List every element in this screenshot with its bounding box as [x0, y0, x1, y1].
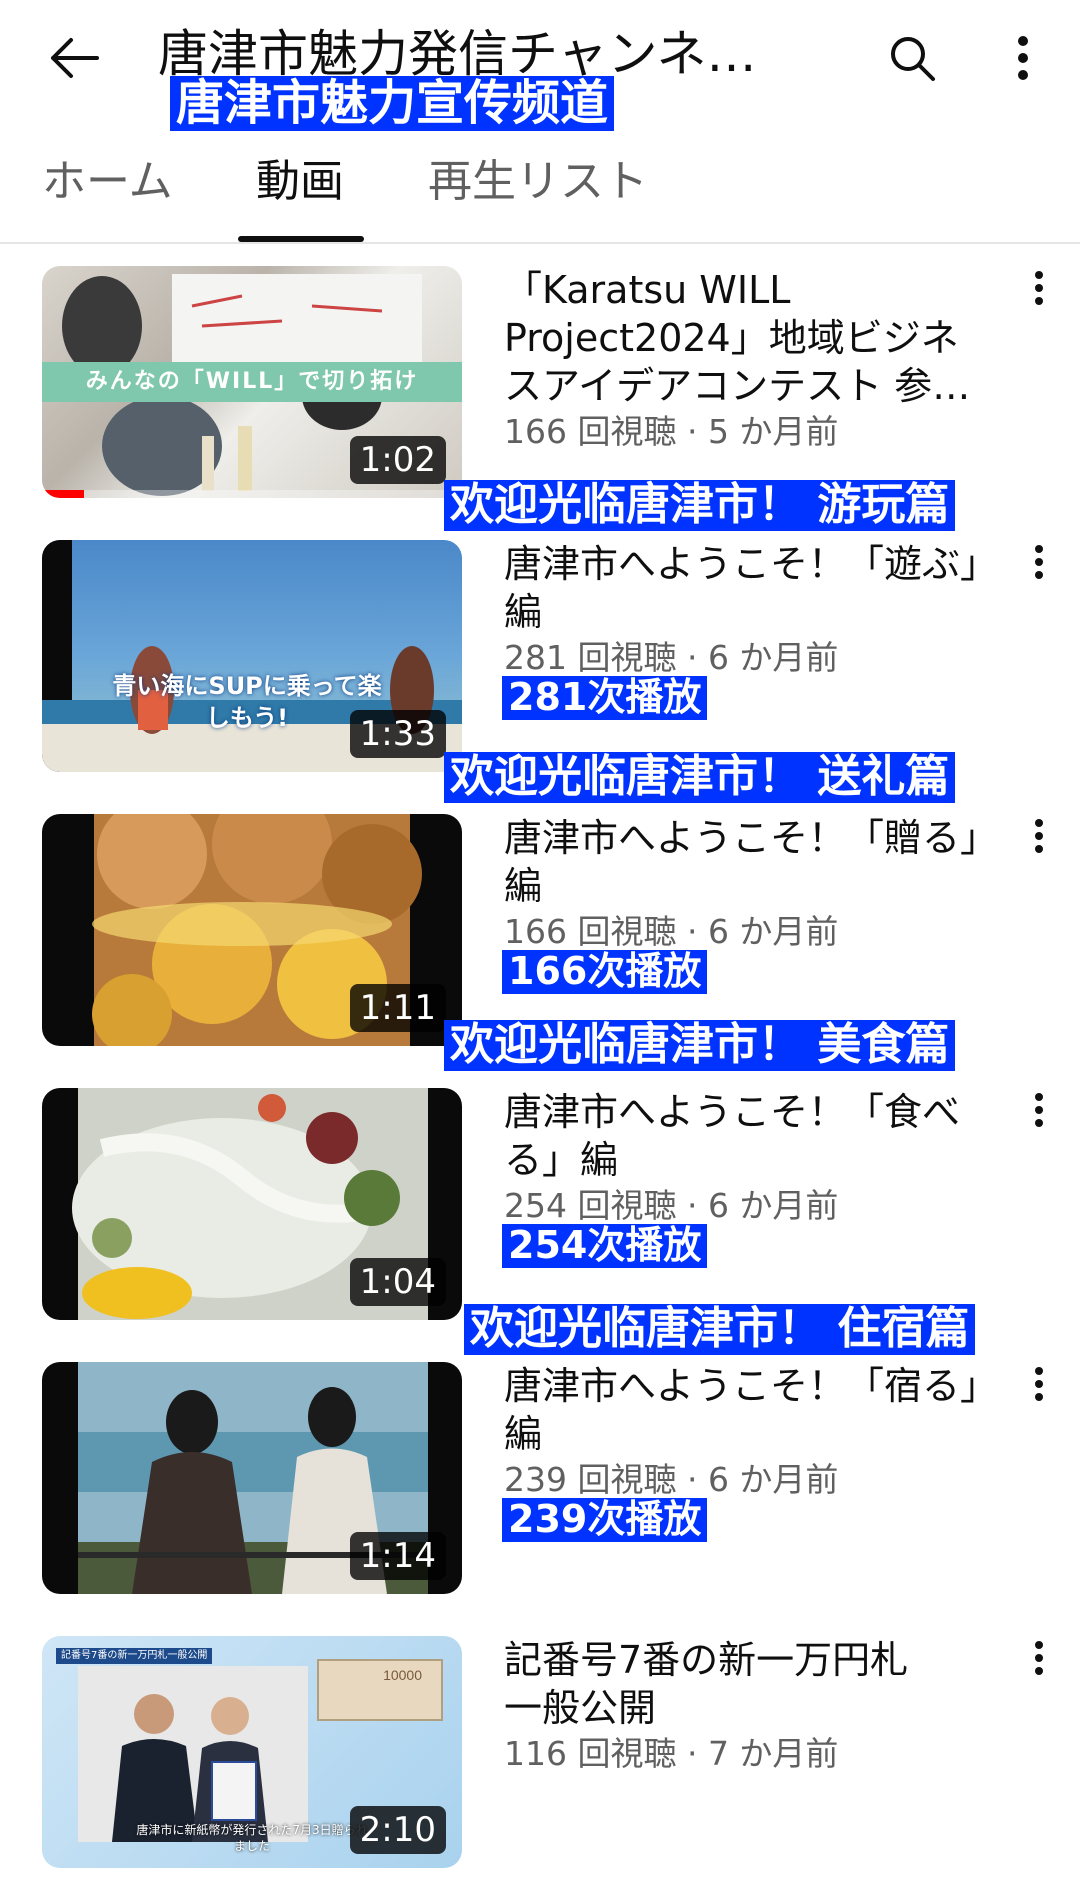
video-item: 青い海にSUPに乗って楽しもう! 1:33 唐津市へようこそ！「遊ぶ」編 281… — [0, 540, 1080, 780]
video-item: 1:11 唐津市へようこそ！「贈る」編 166 回視聴 · 6 か月前 166次… — [0, 814, 1080, 1054]
thumbnail-banner: みんなの「WILL」で切り拓け — [42, 362, 462, 402]
video-title[interactable]: 唐津市へようこそ！「贈る」編 — [504, 814, 984, 910]
search-button[interactable] — [876, 22, 948, 94]
video-item: 1:04 唐津市へようこそ！「食べる」編 254 回視聴 · 6 か月前 254… — [0, 1088, 1080, 1328]
watch-progress-track — [42, 490, 462, 498]
svg-text:10000: 10000 — [383, 1667, 422, 1683]
video-duration: 2:10 — [349, 1806, 446, 1854]
more-vertical-icon — [1035, 1093, 1043, 1127]
channel-tabs: ホーム 動画 再生リスト — [0, 140, 1080, 244]
video-more-button[interactable] — [1014, 270, 1064, 330]
translation-overlay-views: 281次播放 — [502, 675, 708, 720]
translation-overlay-heading: 欢迎光临唐津市！ 美食篇 — [444, 1019, 956, 1071]
video-duration: 1:33 — [349, 710, 446, 758]
more-vertical-icon — [1035, 819, 1043, 853]
tab-videos[interactable]: 動画 — [256, 154, 344, 210]
search-icon — [891, 37, 935, 81]
thumbnail-caption-bottom: 唐津市に新紙幣が発行された7月3日贈られました — [136, 1823, 368, 1853]
video-title[interactable]: 唐津市へようこそ！「食べる」編 — [504, 1088, 984, 1184]
video-meta: 239 回視聴 · 6 か月前 — [504, 1460, 839, 1499]
arrow-left-icon — [51, 38, 99, 78]
video-duration: 1:14 — [349, 1532, 446, 1580]
video-thumbnail[interactable]: 1:04 — [42, 1088, 462, 1320]
more-vertical-icon — [1035, 1367, 1043, 1401]
translation-overlay-heading: 欢迎光临唐津市！ 游玩篇 — [444, 479, 956, 531]
translation-overlay-views: 254次播放 — [502, 1223, 708, 1268]
back-button[interactable] — [38, 22, 110, 94]
video-thumbnail[interactable]: みんなの「WILL」で切り拓け 1:02 — [42, 266, 462, 498]
more-vertical-icon — [1035, 545, 1043, 579]
translation-overlay-views: 239次播放 — [502, 1497, 708, 1542]
video-thumbnail[interactable]: 青い海にSUPに乗って楽しもう! 1:33 — [42, 540, 462, 772]
video-more-button[interactable] — [1014, 818, 1064, 878]
video-more-button[interactable] — [1014, 1640, 1064, 1700]
video-duration: 1:04 — [349, 1258, 446, 1306]
video-title[interactable]: 「Karatsu WILL Project2024」地域ビジネスアイデアコンテス… — [504, 266, 984, 410]
video-meta: 166 回視聴 · 6 か月前 — [504, 912, 839, 951]
video-meta: 281 回視聴 · 6 か月前 — [504, 638, 839, 677]
video-thumbnail[interactable]: 記番号7番の新一万円札一般公開 10000 唐津市に新紙幣が発行された7月3日贈… — [42, 1636, 462, 1868]
tab-playlists[interactable]: 再生リスト — [428, 154, 648, 210]
translation-overlay-heading: 欢迎光临唐津市！ 住宿篇 — [464, 1303, 976, 1355]
translation-overlay-heading: 欢迎光临唐津市！ 送礼篇 — [444, 751, 956, 803]
video-item: 記番号7番の新一万円札一般公開 10000 唐津市に新紙幣が発行された7月3日贈… — [0, 1636, 1080, 1876]
video-thumbnail[interactable]: 1:11 — [42, 814, 462, 1046]
video-meta: 254 回視聴 · 6 か月前 — [504, 1186, 839, 1225]
video-more-button[interactable] — [1014, 1092, 1064, 1152]
video-item: みんなの「WILL」で切り拓け 1:02 「Karatsu WILL Proje… — [0, 266, 1080, 506]
more-vertical-icon — [1035, 1641, 1043, 1675]
more-vertical-icon — [1035, 271, 1043, 305]
translation-overlay-views: 166次播放 — [502, 949, 708, 994]
video-more-button[interactable] — [1014, 544, 1064, 604]
video-meta: 116 回視聴 · 7 か月前 — [504, 1734, 839, 1773]
more-options-button[interactable] — [988, 22, 1058, 94]
video-thumbnail[interactable]: 1:14 — [42, 1362, 462, 1594]
more-vertical-icon — [1018, 36, 1028, 80]
tab-home[interactable]: ホーム — [42, 154, 173, 210]
video-title[interactable]: 記番号7番の新一万円札 一般公開 — [504, 1636, 984, 1732]
video-duration: 1:11 — [349, 984, 446, 1032]
video-meta: 166 回視聴 · 5 か月前 — [504, 412, 839, 451]
title-translation-overlay: 唐津市魅力宣传频道 — [170, 75, 615, 132]
video-duration: 1:02 — [349, 436, 446, 484]
video-item: 1:14 唐津市へようこそ！「宿る」編 239 回視聴 · 6 か月前 239次… — [0, 1362, 1080, 1602]
watch-progress-bar — [42, 490, 84, 498]
video-title[interactable]: 唐津市へようこそ！「宿る」編 — [504, 1362, 984, 1458]
video-title[interactable]: 唐津市へようこそ！「遊ぶ」編 — [504, 540, 984, 636]
thumbnail-caption: 青い海にSUPに乗って楽しもう! — [112, 672, 382, 732]
video-more-button[interactable] — [1014, 1366, 1064, 1426]
selected-tab-indicator — [238, 236, 364, 242]
